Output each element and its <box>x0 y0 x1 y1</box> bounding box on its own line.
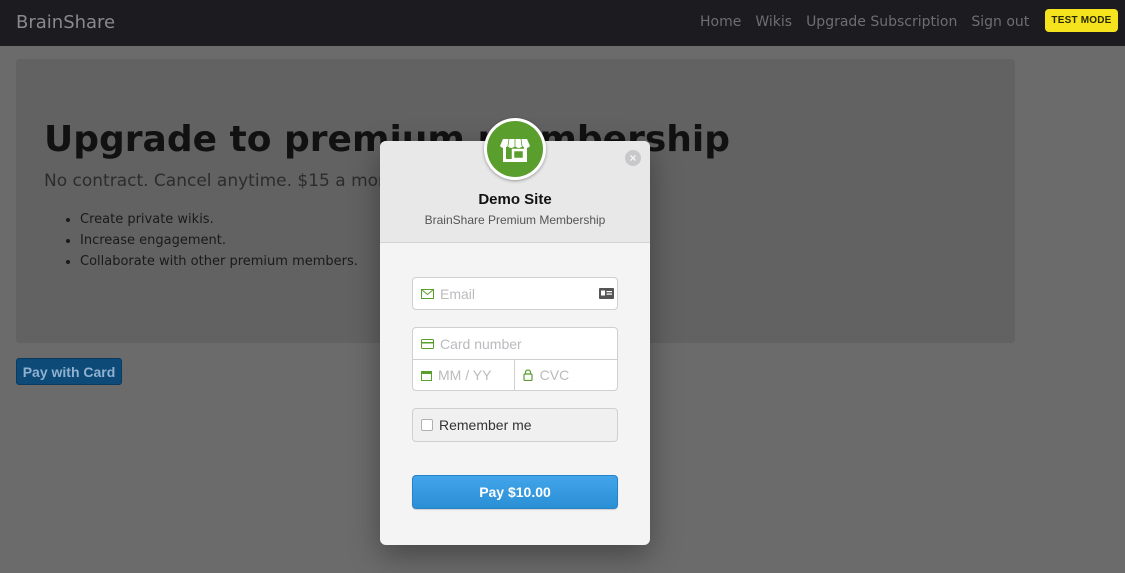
checkout-header: × Demo Site BrainShare Premium Membershi… <box>380 118 650 243</box>
cvc-field[interactable] <box>514 359 618 391</box>
expiry-field[interactable] <box>412 359 515 391</box>
feature-item: Create private wikis. <box>80 209 358 230</box>
merchant-name: Demo Site <box>478 191 552 208</box>
remember-me-option[interactable]: Remember me <box>412 408 618 442</box>
navbar: BrainShare Home Wikis Upgrade Subscripti… <box>0 0 1125 46</box>
test-mode-badge: TEST MODE <box>1045 9 1118 32</box>
card-number-input[interactable] <box>440 335 617 352</box>
expiry-input[interactable] <box>438 367 514 383</box>
envelope-icon <box>421 288 434 299</box>
credit-card-icon <box>421 338 434 349</box>
storefront-icon <box>487 121 543 177</box>
cvc-input[interactable] <box>539 367 617 383</box>
nav-link-sign-out[interactable]: Sign out <box>971 14 1029 30</box>
feature-list: Create private wikis. Increase engagemen… <box>62 209 358 272</box>
contact-card-icon <box>599 288 614 299</box>
feature-item: Increase engagement. <box>80 230 358 251</box>
feature-item: Collaborate with other premium members. <box>80 251 358 272</box>
brand-link[interactable]: BrainShare <box>16 12 115 33</box>
merchant-logo <box>484 118 546 180</box>
merchant-description: BrainShare Premium Membership <box>424 213 606 227</box>
calendar-icon <box>421 370 432 381</box>
checkout-modal: × Demo Site BrainShare Premium Membershi… <box>380 118 650 545</box>
close-icon[interactable]: × <box>625 150 641 166</box>
page-lead: No contract. Cancel anytime. $15 a month… <box>44 171 412 191</box>
nav-links: Home Wikis Upgrade Subscription Sign out <box>700 14 1029 30</box>
nav-link-home[interactable]: Home <box>700 14 741 30</box>
lock-icon <box>523 369 534 381</box>
nav-link-wikis[interactable]: Wikis <box>755 14 792 30</box>
nav-link-upgrade-subscription[interactable]: Upgrade Subscription <box>806 14 957 30</box>
email-input[interactable] <box>440 285 599 302</box>
email-field[interactable] <box>412 277 618 310</box>
card-number-field[interactable] <box>412 327 618 360</box>
pay-with-card-button[interactable]: Pay with Card <box>16 358 122 385</box>
pay-button[interactable]: Pay $10.00 <box>412 475 618 509</box>
remember-me-checkbox[interactable] <box>421 419 433 431</box>
remember-me-label: Remember me <box>439 417 532 433</box>
